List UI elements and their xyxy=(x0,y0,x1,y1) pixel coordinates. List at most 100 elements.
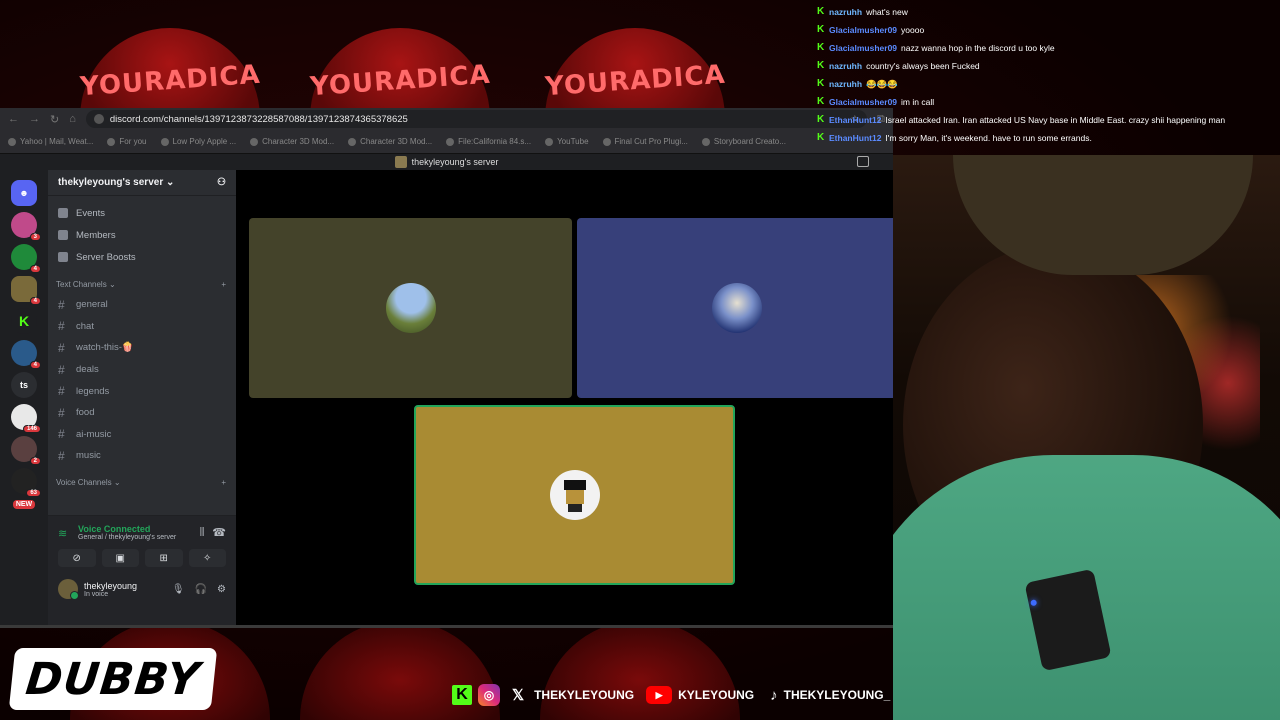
bookmark-item[interactable]: Final Cut Pro Plugi... xyxy=(602,137,688,146)
bookmark-label: File:California 84.s... xyxy=(458,137,532,146)
chat-text: Israel attacked Iran. Iran attacked US N… xyxy=(885,115,1226,125)
microphone-icon[interactable]: 🎙 xyxy=(172,584,185,595)
channel-item[interactable]: # legends xyxy=(48,380,236,402)
inbox-icon[interactable] xyxy=(857,156,869,167)
home-icon[interactable]: ⌂ xyxy=(69,113,76,125)
server-icon[interactable]: 3 xyxy=(11,212,41,241)
chat-username[interactable]: Glacialmusher09 xyxy=(829,97,897,107)
chat-username[interactable]: Glacialmusher09 xyxy=(829,43,897,53)
channel-item[interactable]: # ai-music xyxy=(48,424,236,446)
soundboard-button[interactable]: ✧ xyxy=(188,549,226,567)
members-icon xyxy=(58,230,68,240)
bookmark-item[interactable]: For you xyxy=(107,137,147,146)
voice-stage xyxy=(236,170,893,625)
participant-avatar xyxy=(712,283,762,333)
server-icon[interactable]: 2 xyxy=(11,436,41,465)
add-channel-icon[interactable]: + xyxy=(221,478,226,487)
channel-item[interactable]: # general xyxy=(48,294,236,316)
favicon-icon xyxy=(701,137,710,146)
favicon-icon xyxy=(446,137,455,146)
favicon-icon xyxy=(250,137,259,146)
disconnect-icon[interactable]: ☎ xyxy=(212,526,226,539)
chat-username[interactable]: EthanHunt12 xyxy=(829,133,881,143)
bookmark-item[interactable]: File:California 84.s... xyxy=(446,137,531,146)
menu-item-members[interactable]: Members xyxy=(48,224,236,246)
forward-icon[interactable]: → xyxy=(29,113,40,125)
reload-icon[interactable]: ↻ xyxy=(50,113,59,126)
channel-item[interactable]: # music xyxy=(48,445,236,467)
chat-message: K EthanHunt12 Israel attacked Iran. Iran a… xyxy=(817,111,1267,129)
server-icon[interactable]: 63 xyxy=(11,468,41,497)
channel-label: music xyxy=(76,450,101,462)
chat-username[interactable]: EthanHunt12 xyxy=(829,115,881,125)
bookmark-label: Yahoo | Mail, Weat... xyxy=(20,137,94,146)
signal-icon[interactable]: ≋ xyxy=(58,527,70,540)
server-icon[interactable]: ts xyxy=(11,372,37,398)
bookmark-label: Character 3D Mod... xyxy=(262,137,335,146)
noise-suppression-icon[interactable]: ⫼ xyxy=(200,527,205,538)
chat-username[interactable]: nazruhh xyxy=(829,79,862,89)
site-info-icon[interactable] xyxy=(93,114,104,124)
bookmark-item[interactable]: Storyboard Creato... xyxy=(701,137,786,146)
user-status: In voice xyxy=(84,590,109,598)
avatar[interactable] xyxy=(58,579,79,600)
x-handle: THEKYLEYOUNG xyxy=(534,688,635,702)
chat-username[interactable]: nazruhh xyxy=(829,7,862,17)
chevron-down-icon: ⌄ xyxy=(113,478,121,488)
kick-server-icon[interactable]: K xyxy=(11,308,37,334)
chat-text: nazz wanna hop in the discord u too kyle xyxy=(901,43,1055,53)
channel-item[interactable]: # watch-this-🍿 xyxy=(48,337,236,359)
chat-message: K Glacialmusher09 im in call xyxy=(817,93,1267,111)
server-icon[interactable]: 146 xyxy=(11,404,41,433)
chat-message: Knazruhh country's always been Fucked xyxy=(817,57,1267,75)
server-icon[interactable]: 4 xyxy=(11,244,41,273)
chat-text: yoooo xyxy=(901,25,925,35)
chat-username[interactable]: Glacialmusher09 xyxy=(829,25,897,35)
channel-item[interactable]: # chat xyxy=(48,316,236,338)
hash-icon: # xyxy=(58,362,65,377)
bookmark-item[interactable]: Yahoo | Mail, Weat... xyxy=(8,137,93,146)
chat-message: K Glacialmusher09 yoooo xyxy=(817,21,1267,39)
bookmark-label: Final Cut Pro Plugi... xyxy=(614,137,688,146)
screen-share-button[interactable]: ▣ xyxy=(101,549,139,567)
participant-tile[interactable] xyxy=(249,218,572,398)
discord-app: ☻ 3 4 4 K 4 ts 146 2 63 NEW thekyleyoung… xyxy=(0,170,893,625)
bookmark-item[interactable]: YouTube xyxy=(545,137,589,146)
channel-item[interactable]: # deals xyxy=(48,359,236,381)
menu-item-events[interactable]: Events xyxy=(48,202,236,224)
voice-status[interactable]: Voice Connected xyxy=(78,524,176,534)
channel-item[interactable]: # food xyxy=(48,402,236,424)
category-text-channels[interactable]: Text Channels ⌄ + xyxy=(48,274,236,294)
bookmark-item[interactable]: Character 3D Mod... xyxy=(348,137,432,146)
bookmark-item[interactable]: Character 3D Mod... xyxy=(250,137,334,146)
voice-location[interactable]: General / thekyleyoung's server xyxy=(78,534,176,541)
headphones-icon[interactable]: 🎧 xyxy=(195,584,207,595)
add-friend-icon[interactable]: ⚇ xyxy=(217,177,226,188)
direct-messages-icon[interactable]: ☻ xyxy=(11,180,37,206)
settings-gear-icon[interactable]: ⚙ xyxy=(217,584,226,595)
server-icon[interactable]: 4 xyxy=(11,276,41,305)
hash-icon: # xyxy=(58,297,65,312)
category-voice-channels[interactable]: Voice Channels ⌄ + xyxy=(48,473,236,493)
window-title: thekyleyoung's server xyxy=(411,157,499,167)
menu-item-server-boosts[interactable]: Server Boosts xyxy=(48,246,236,268)
notification-badge: 4 xyxy=(29,265,41,273)
chat-text: country's always been Fucked xyxy=(866,61,980,71)
participant-avatar xyxy=(385,283,436,333)
participant-tile-speaking[interactable] xyxy=(414,405,735,585)
activities-button[interactable]: ⊞ xyxy=(145,549,183,567)
webcam-feed xyxy=(893,155,1280,720)
address-input[interactable]: discord.com/channels/1397123873228587088… xyxy=(85,110,868,128)
add-channel-icon[interactable]: + xyxy=(221,280,226,289)
favicon-icon xyxy=(545,137,554,146)
bookmark-item[interactable]: Low Poly Apple ... xyxy=(160,137,236,146)
notification-badge: 4 xyxy=(29,297,41,305)
camera-off-button[interactable]: ⊘ xyxy=(58,549,96,567)
channel-sidebar: thekyleyoung's server ⌄ ⚇ Events Members S… xyxy=(48,170,236,625)
category-label: Text Channels xyxy=(56,279,107,289)
server-icon[interactable]: 4 xyxy=(11,340,41,369)
back-icon[interactable]: ← xyxy=(8,113,19,125)
participant-tile[interactable] xyxy=(577,218,893,398)
chat-username[interactable]: nazruhh xyxy=(829,61,862,71)
server-header[interactable]: thekyleyoung's server ⌄ ⚇ xyxy=(48,170,236,196)
